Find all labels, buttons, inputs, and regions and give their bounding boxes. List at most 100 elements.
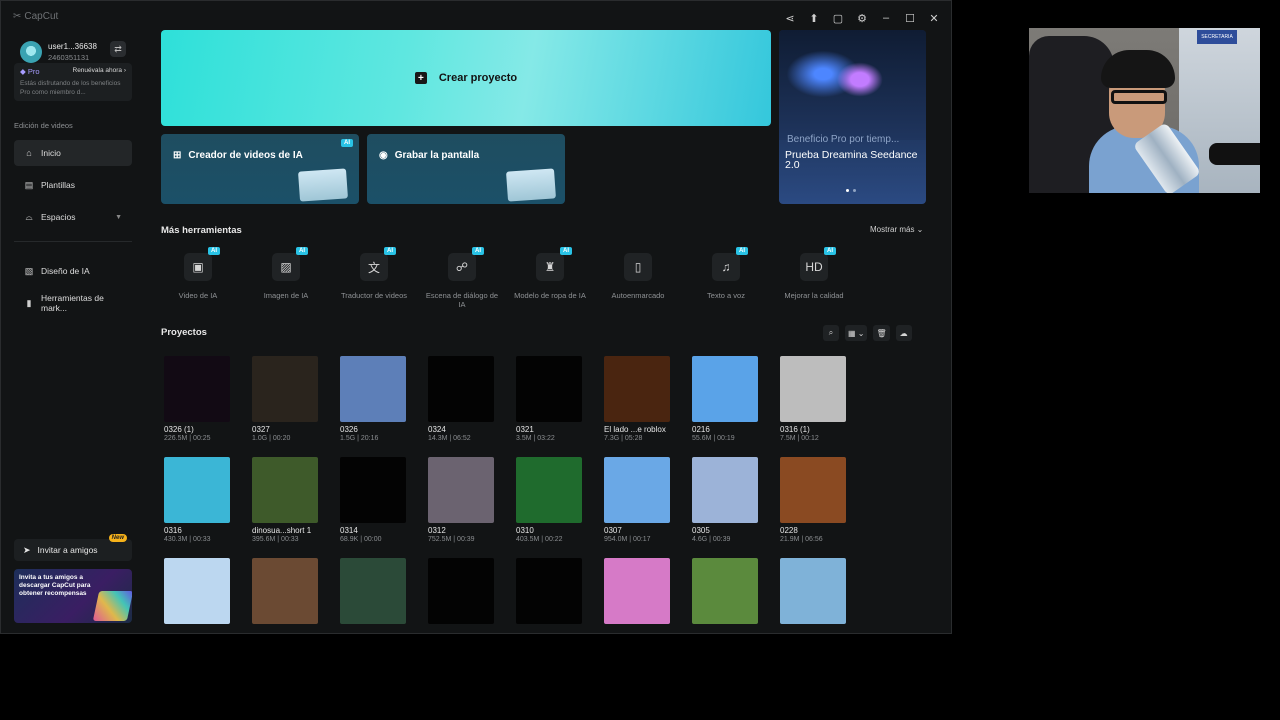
- project-item[interactable]: [161, 558, 241, 627]
- renew-link[interactable]: Renuévala ahora ›: [73, 67, 127, 76]
- carousel-dot[interactable]: [846, 189, 849, 192]
- sidebar-item-espacios[interactable]: ⌓ Espacios ▼: [14, 204, 132, 230]
- project-thumbnail[interactable]: [604, 356, 670, 422]
- project-item[interactable]: 0312 752.5M | 00:39: [425, 457, 505, 543]
- minimize-icon[interactable]: –: [877, 9, 895, 27]
- project-meta: 752.5M | 00:39: [428, 536, 475, 543]
- project-thumbnail[interactable]: [692, 356, 758, 422]
- project-item[interactable]: 0216 55.6M | 00:19: [689, 356, 769, 442]
- settings-icon[interactable]: ⚙: [853, 9, 871, 27]
- project-thumbnail[interactable]: [164, 457, 230, 523]
- project-thumbnail[interactable]: [252, 457, 318, 523]
- cloud-off-icon[interactable]: ☁: [895, 325, 912, 341]
- ai-video-creator-card[interactable]: ⊞ Creador de videos de IA AI: [161, 134, 359, 204]
- project-meta: 403.5M | 00:22: [516, 536, 563, 543]
- show-more-button[interactable]: Mostrar más ⌄: [870, 225, 923, 234]
- switch-account-icon[interactable]: ⇄: [110, 41, 126, 57]
- title-bar: ✂ CapCut ⋖ ⬆ ▢ ⚙ – ☐ ✕: [1, 1, 951, 33]
- tool-item[interactable]: HD AI Mejorar la calidad: [774, 247, 854, 300]
- ai-badge: AI: [384, 247, 396, 255]
- project-item[interactable]: 0307 954.0M | 00:17: [601, 457, 681, 543]
- promo-carousel[interactable]: Beneficio Pro por tiemp... Prueba Dreami…: [779, 30, 926, 204]
- tool-item[interactable]: ▣ AI Video de IA: [158, 247, 238, 300]
- project-thumbnail[interactable]: [428, 356, 494, 422]
- project-thumbnail[interactable]: [604, 457, 670, 523]
- project-thumbnail[interactable]: [692, 457, 758, 523]
- tool-label: Texto a voz: [707, 291, 745, 300]
- project-thumbnail[interactable]: [164, 356, 230, 422]
- sidebar-item-diseno-ia[interactable]: ▧ Diseño de IA: [14, 258, 132, 284]
- tool-item[interactable]: ♫ AI Texto a voz: [686, 247, 766, 300]
- project-thumbnail[interactable]: [340, 457, 406, 523]
- feedback-icon[interactable]: ▢: [829, 9, 847, 27]
- project-item[interactable]: 0316 430.3M | 00:33: [161, 457, 241, 543]
- project-meta: 68.9K | 00:00: [340, 536, 382, 543]
- project-item[interactable]: [777, 558, 857, 627]
- project-thumbnail[interactable]: [604, 558, 670, 624]
- tool-item[interactable]: 文 AI Traductor de videos: [334, 247, 414, 300]
- promo-text: Invita a tus amigos a descargar CapCut p…: [19, 574, 91, 597]
- sidebar-item-plantillas[interactable]: ▤ Plantillas: [14, 172, 132, 198]
- project-item[interactable]: 0316 (1) 7.5M | 00:12: [777, 356, 857, 442]
- trash-icon[interactable]: 🗑: [873, 325, 890, 341]
- project-item[interactable]: 0324 14.3M | 06:52: [425, 356, 505, 442]
- project-thumbnail[interactable]: [516, 356, 582, 422]
- view-mode-icon[interactable]: ▦ ⌄: [845, 325, 868, 341]
- capcut-window: ✂ CapCut ⋖ ⬆ ▢ ⚙ – ☐ ✕ user1...36638 2460…: [0, 0, 952, 634]
- invite-friends-button[interactable]: ➤ Invitar a amigos New: [14, 534, 132, 561]
- project-item[interactable]: 0228 21.9M | 06:56: [777, 457, 857, 543]
- project-name: 0228: [780, 526, 798, 535]
- project-item[interactable]: El lado ...e roblox 7.3G | 05:28: [601, 356, 681, 442]
- tool-icon: HD AI: [800, 247, 836, 281]
- tool-item[interactable]: ♜ AI Modelo de ropa de IA: [510, 247, 590, 300]
- project-item[interactable]: 0314 68.9K | 00:00: [337, 457, 417, 543]
- screen-record-card[interactable]: ◉ Grabar la pantalla: [367, 134, 565, 204]
- project-thumbnail[interactable]: [780, 457, 846, 523]
- project-thumbnail[interactable]: [516, 558, 582, 624]
- project-thumbnail[interactable]: [340, 356, 406, 422]
- project-thumbnail[interactable]: [780, 558, 846, 624]
- project-item[interactable]: 0326 (1) 226.5M | 00:25: [161, 356, 241, 442]
- project-item[interactable]: [513, 558, 593, 627]
- webcam-person-hair: [1101, 50, 1175, 88]
- sidebar-item-marketing[interactable]: ▮ Herramientas de mark...: [14, 290, 132, 316]
- project-meta: 14.3M | 06:52: [428, 435, 471, 442]
- invite-promo-banner[interactable]: Invita a tus amigos a descargar CapCut p…: [14, 569, 132, 623]
- project-thumbnail[interactable]: [252, 558, 318, 624]
- project-thumbnail[interactable]: [164, 558, 230, 624]
- project-item[interactable]: dinosua...short 1 395.6M | 00:33: [249, 457, 329, 543]
- project-item[interactable]: [249, 558, 329, 627]
- project-item[interactable]: 0327 1.0G | 00:20: [249, 356, 329, 442]
- search-icon[interactable]: ⌕: [823, 325, 839, 341]
- project-thumbnail[interactable]: [428, 558, 494, 624]
- maximize-icon[interactable]: ☐: [901, 9, 919, 27]
- project-item[interactable]: 0305 4.6G | 00:39: [689, 457, 769, 543]
- project-item[interactable]: 0326 1.5G | 20:16: [337, 356, 417, 442]
- project-thumbnail[interactable]: [780, 356, 846, 422]
- ai-design-icon: ▧: [24, 265, 34, 276]
- tool-item[interactable]: ☍ AI Escena de diálogo de IA: [422, 247, 502, 309]
- project-thumbnail[interactable]: [340, 558, 406, 624]
- project-thumbnail[interactable]: [428, 457, 494, 523]
- sidebar-item-inicio[interactable]: ⌂ Inicio: [14, 140, 132, 166]
- project-item[interactable]: 0310 403.5M | 00:22: [513, 457, 593, 543]
- project-item[interactable]: [601, 558, 681, 627]
- upload-icon[interactable]: ⬆: [805, 9, 823, 27]
- project-thumbnail[interactable]: [692, 558, 758, 624]
- tool-item[interactable]: ▨ AI Imagen de IA: [246, 247, 326, 300]
- carousel-dot[interactable]: [853, 189, 856, 192]
- create-project-button[interactable]: + Crear proyecto: [161, 30, 771, 126]
- capcut-logo-icon: ✂: [13, 11, 22, 22]
- project-item[interactable]: [689, 558, 769, 627]
- share-icon[interactable]: ⋖: [781, 9, 799, 27]
- project-item[interactable]: [337, 558, 417, 627]
- promo-art: [92, 591, 132, 621]
- close-icon[interactable]: ✕: [925, 9, 943, 27]
- ai-badge: AI: [296, 247, 308, 255]
- sidebar-item-label: Espacios: [41, 212, 76, 222]
- project-item[interactable]: 0321 3.5M | 03:22: [513, 356, 593, 442]
- project-thumbnail[interactable]: [516, 457, 582, 523]
- project-thumbnail[interactable]: [252, 356, 318, 422]
- project-item[interactable]: [425, 558, 505, 627]
- tool-item[interactable]: ▯ Autoenmarcado: [598, 253, 678, 300]
